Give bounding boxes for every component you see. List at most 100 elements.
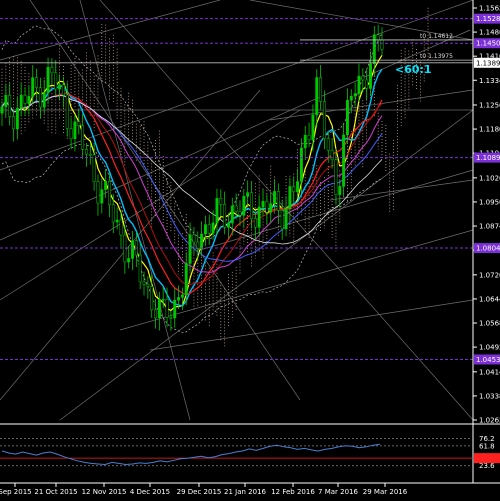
candle-body — [173, 299, 177, 319]
candle-body — [138, 254, 142, 283]
candle-body — [296, 181, 300, 192]
date-tick-label: 21 Oct 2015 — [34, 488, 77, 496]
price-chart[interactable]: <60:1 t0 1.14612 t0 1.13975 1.15620 1.1486… — [0, 0, 500, 497]
candle-body — [257, 206, 261, 228]
price-marker-label: 1.14508 — [476, 40, 500, 48]
candle-body — [115, 219, 119, 223]
price-marker-label: 1.04530 — [476, 356, 500, 364]
candle-body — [104, 181, 108, 190]
candle-body — [61, 84, 65, 96]
candle-body — [38, 87, 42, 108]
candle-body — [242, 196, 246, 216]
candle-body — [157, 299, 161, 319]
oscillator-marker-box — [474, 453, 500, 464]
price-tick-label: 1.12560 — [479, 101, 500, 109]
candle-body — [342, 134, 346, 187]
price-tick-label: 1.10260 — [479, 174, 500, 182]
candle-body — [150, 286, 154, 311]
candle-body — [131, 240, 134, 259]
candle-body — [154, 309, 157, 319]
candle-body — [184, 263, 188, 296]
candle-body — [27, 96, 31, 104]
candle-body — [12, 116, 15, 130]
price-tick-label: 1.14860 — [479, 29, 500, 37]
candle-body — [4, 95, 8, 108]
price-marker-label: 1.08046 — [476, 245, 500, 253]
level-note-label: t0 1.13975 — [420, 53, 453, 60]
price-tick-label: 1.04920 — [479, 344, 500, 352]
candle-body — [180, 294, 184, 298]
candle-body — [73, 121, 77, 140]
candle-body — [311, 114, 315, 141]
level-note-label: t0 1.14612 — [420, 33, 453, 40]
date-tick-label: 29 Dec 2015 — [177, 488, 222, 496]
candle-body — [0, 106, 4, 114]
candle-body — [273, 191, 276, 204]
candle-body — [357, 75, 361, 94]
candle-body — [219, 198, 223, 205]
candle-body — [50, 67, 54, 74]
candle-body — [69, 128, 73, 140]
candle-body — [250, 192, 253, 219]
candle-body — [369, 63, 372, 89]
candle-body — [146, 284, 150, 287]
date-tick-label: 21 Jan 2016 — [224, 488, 267, 496]
candle-body — [211, 222, 215, 234]
candle-body — [54, 72, 58, 90]
ratio-annotation: <60:1 — [395, 63, 432, 76]
candle-body — [100, 189, 104, 204]
price-tick-label: 1.15620 — [479, 5, 500, 13]
candle-body — [111, 204, 115, 223]
candle-body — [192, 234, 196, 243]
candle-body — [165, 298, 169, 318]
candle-body — [96, 181, 100, 204]
candle-body — [319, 77, 323, 102]
candle-body — [77, 121, 81, 126]
price-tick-label: 1.02620 — [479, 417, 500, 425]
candle-body — [326, 138, 330, 151]
price-tick-label: 1.09500 — [479, 198, 500, 206]
candle-body — [253, 218, 257, 228]
date-tick-label: 4 Dec 2015 — [130, 488, 170, 496]
candle-body — [23, 94, 27, 104]
candle-body — [15, 107, 19, 130]
candle-body — [230, 205, 234, 224]
candle-body — [330, 150, 334, 160]
candle-body — [238, 211, 242, 216]
candle-body — [203, 224, 207, 235]
candle-body — [127, 258, 131, 263]
price-marker-label: 1.15284 — [476, 15, 500, 23]
candle-body — [215, 198, 219, 224]
candle-body — [276, 191, 280, 211]
candle-body — [46, 67, 50, 93]
candle-body — [207, 224, 211, 234]
candle-body — [142, 281, 146, 285]
price-tick-label: 1.13340 — [479, 77, 500, 85]
price-tick-label: 1.08740 — [479, 223, 500, 231]
price-tick-label: 1.06440 — [479, 295, 500, 303]
price-tick-label: 1.03380 — [479, 392, 500, 400]
price-tick-label: 1.11800 — [479, 126, 500, 134]
candle-body — [246, 192, 250, 197]
candle-body — [322, 101, 326, 139]
date-tick-label: 7 Mar 2016 — [318, 488, 358, 496]
candle-body — [280, 210, 284, 230]
candle-body — [92, 154, 96, 182]
candle-body — [284, 208, 288, 230]
price-tick-label: 1.05680 — [479, 320, 500, 328]
candle-body — [119, 219, 123, 236]
candle-body — [84, 149, 88, 155]
candle-body — [269, 203, 273, 213]
price-tick-label: 1.04140 — [479, 368, 500, 376]
candle-body — [315, 77, 319, 116]
date-tick-label: 29 Mar 2016 — [363, 488, 408, 496]
candle-body — [365, 79, 369, 89]
date-tick-label: 12 Feb 2016 — [271, 488, 315, 496]
candle-body — [372, 34, 376, 65]
candle-body — [223, 204, 227, 228]
candle-body — [307, 134, 311, 141]
price-tick-label: 1.07200 — [479, 271, 500, 279]
candle-body — [19, 94, 23, 109]
price-marker-label: 1.13891 — [476, 59, 500, 67]
date-tick-label: 12 Nov 2015 — [82, 488, 127, 496]
